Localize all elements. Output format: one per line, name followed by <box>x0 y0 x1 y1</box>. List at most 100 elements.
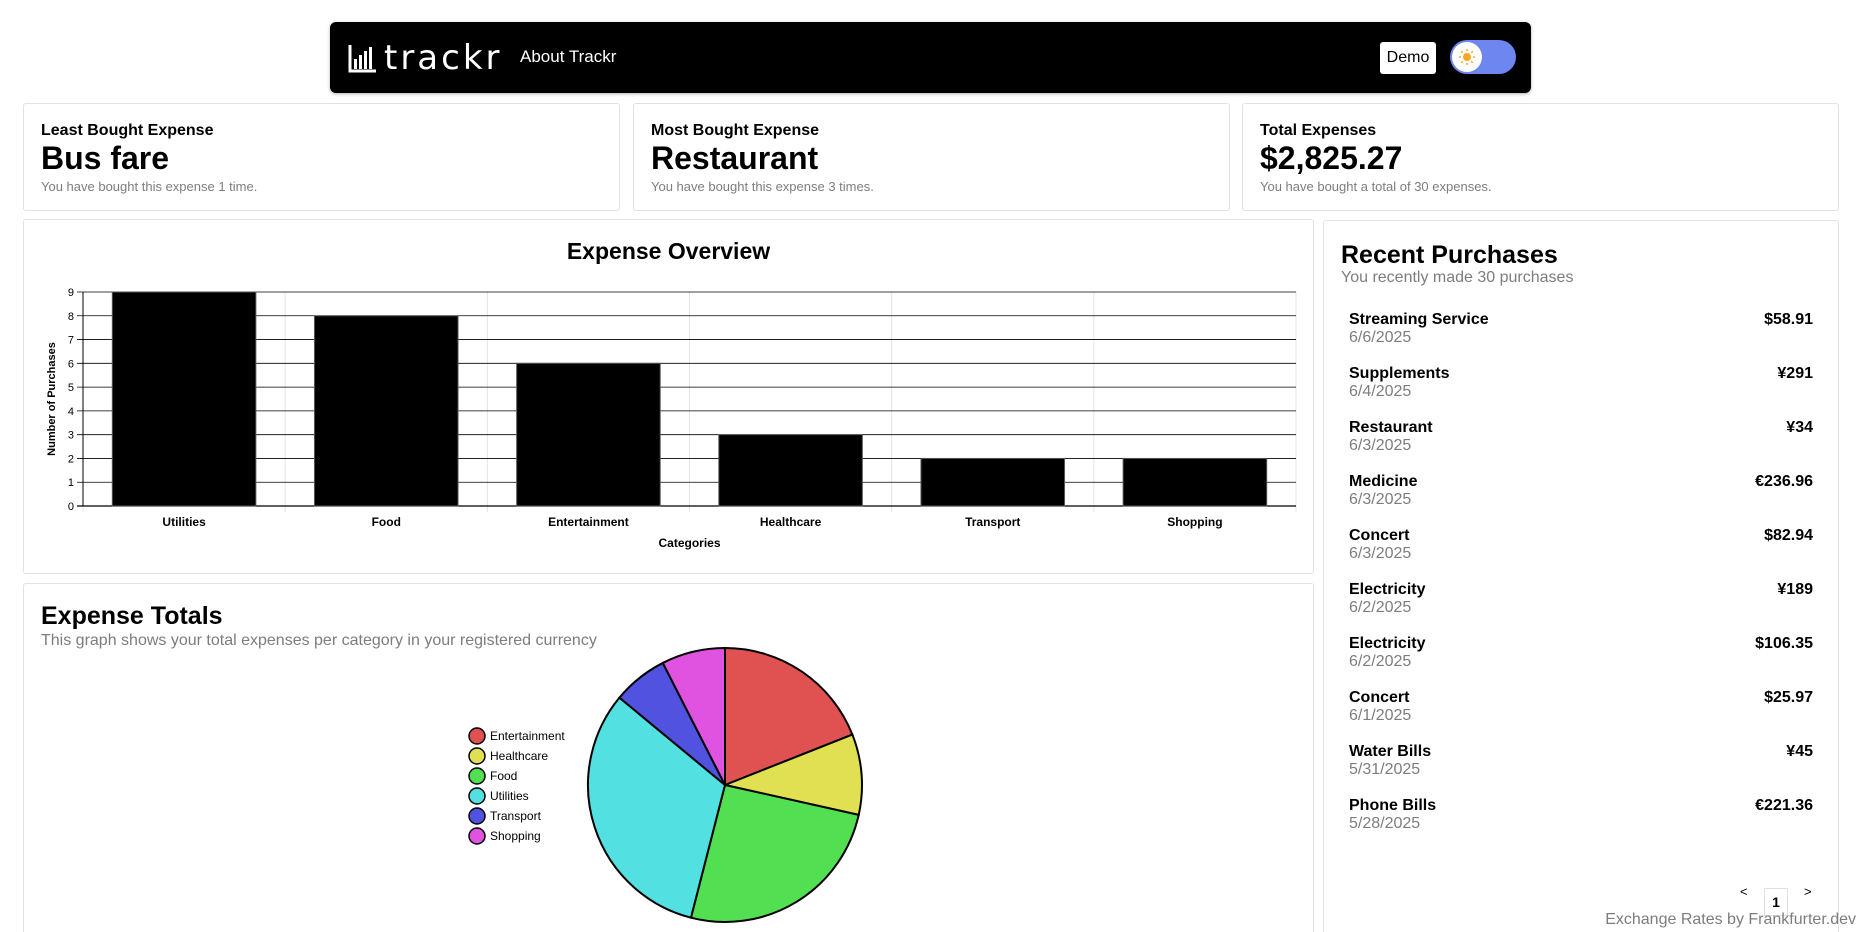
purchase-item: Electricity 6/2/2025 ¥189 <box>1349 581 1813 631</box>
purchase-amount: €221.36 <box>1755 797 1813 814</box>
purchase-amount: ¥45 <box>1786 743 1813 760</box>
purchase-amount: $25.97 <box>1764 689 1813 706</box>
purchase-date: 5/28/2025 <box>1349 815 1421 832</box>
expense-totals-card: Expense Totals This graph shows your tot… <box>23 583 1314 932</box>
stat-subtext: You have bought a total of 30 expenses. <box>1260 179 1492 194</box>
purchase-date: 6/1/2025 <box>1349 707 1412 724</box>
purchase-item: Phone Bills 5/28/2025 €221.36 <box>1349 797 1813 847</box>
least-bought-card: Least Bought Expense Bus fare You have b… <box>23 103 620 211</box>
purchase-item: Restaurant 6/3/2025 ¥34 <box>1349 419 1813 469</box>
x-tick-label: Food <box>372 515 401 529</box>
purchase-item: Medicine 6/3/2025 €236.96 <box>1349 473 1813 523</box>
x-tick-label: Transport <box>965 515 1020 529</box>
x-tick-label: Healthcare <box>760 515 822 529</box>
y-tick-label: 9 <box>68 287 74 299</box>
total-expenses-card: Total Expenses $2,825.27 You have bought… <box>1242 103 1839 211</box>
purchase-name: Electricity <box>1349 581 1426 598</box>
purchase-name: Phone Bills <box>1349 797 1437 814</box>
legend-label: Healthcare <box>490 749 548 763</box>
purchase-name: Water Bills <box>1349 743 1432 760</box>
legend-label: Food <box>490 769 517 783</box>
bar <box>516 362 661 507</box>
card-subtitle: You recently made 30 purchases <box>1341 269 1574 286</box>
expense-overview-card: Expense Overview 0 1 2 3 4 5 6 7 8 9 Utilities Food… <box>23 219 1314 574</box>
bar <box>313 315 459 507</box>
purchase-name: Concert <box>1349 689 1410 706</box>
purchase-name: Restaurant <box>1349 419 1433 436</box>
y-tick-label: 5 <box>68 382 74 394</box>
stat-label: Least Bought Expense <box>41 122 214 139</box>
stat-label: Total Expenses <box>1260 122 1377 139</box>
legend-swatch <box>468 807 486 825</box>
y-tick-label: 1 <box>68 477 74 489</box>
legend-swatch <box>468 727 486 745</box>
y-tick-label: 7 <box>68 335 74 347</box>
purchase-name: Supplements <box>1349 365 1450 382</box>
purchase-amount: $58.91 <box>1764 311 1813 328</box>
purchase-date: 6/3/2025 <box>1349 491 1412 508</box>
x-tick-label: Shopping <box>1167 515 1222 529</box>
bar <box>111 291 257 507</box>
purchase-amount: ¥189 <box>1777 581 1813 598</box>
legend-swatch <box>468 787 486 805</box>
recent-purchases-card: Recent Purchases You recently made 30 pu… <box>1323 220 1839 932</box>
purchase-amount: ¥291 <box>1777 365 1813 382</box>
purchase-item: Concert 6/3/2025 $82.94 <box>1349 527 1813 577</box>
stat-label: Most Bought Expense <box>651 122 820 139</box>
purchase-item: Supplements 6/4/2025 ¥291 <box>1349 365 1813 415</box>
purchase-date: 6/6/2025 <box>1349 329 1412 346</box>
purchase-item: Streaming Service 6/6/2025 $58.91 <box>1349 311 1813 361</box>
legend-label: Utilities <box>490 789 529 803</box>
purchase-name: Electricity <box>1349 635 1426 652</box>
pagination-next-button[interactable]: > <box>1804 884 1812 899</box>
purchase-name: Streaming Service <box>1349 311 1489 328</box>
purchase-date: 6/3/2025 <box>1349 437 1412 454</box>
expense-totals-pie-chart: Entertainment Healthcare Food Utilities Tran… <box>468 646 863 923</box>
purchase-date: 6/3/2025 <box>1349 545 1412 562</box>
purchase-date: 6/2/2025 <box>1349 653 1412 670</box>
purchase-name: Medicine <box>1349 473 1418 490</box>
bar <box>1122 457 1268 507</box>
demo-button[interactable]: Demo <box>1380 42 1436 74</box>
y-tick-label: 0 <box>68 501 74 513</box>
theme-toggle[interactable] <box>1450 40 1516 74</box>
purchase-amount: $106.35 <box>1755 635 1813 652</box>
purchase-item: Electricity 6/2/2025 $106.35 <box>1349 635 1813 685</box>
logo[interactable]: trackr <box>348 38 503 78</box>
logo-text: trackr <box>384 38 503 78</box>
purchase-name: Concert <box>1349 527 1410 544</box>
stat-subtext: You have bought this expense 3 times. <box>651 179 874 194</box>
stat-value: $2,825.27 <box>1260 140 1403 176</box>
y-tick-label: 6 <box>68 358 74 370</box>
legend-swatch <box>468 767 486 785</box>
chart-logo-icon <box>348 45 376 73</box>
legend-label: Entertainment <box>490 729 565 743</box>
y-axis-label: Number of Purchases <box>46 342 58 456</box>
stat-value: Bus fare <box>41 140 170 176</box>
purchase-date: 5/31/2025 <box>1349 761 1421 778</box>
x-tick-label: Entertainment <box>548 515 629 529</box>
about-trackr-link[interactable]: About Trackr <box>520 47 616 67</box>
purchase-amount: ¥34 <box>1786 419 1813 436</box>
exchange-rate-credit: Exchange Rates by Frankfurter.dev <box>1605 911 1856 928</box>
purchase-date: 6/4/2025 <box>1349 383 1412 400</box>
stat-value: Restaurant <box>651 140 819 176</box>
expense-overview-bar-chart: 0 1 2 3 4 5 6 7 8 9 Utilities Food Entertainment Heal… <box>46 287 1297 550</box>
x-axis-label: Categories <box>658 536 720 550</box>
pagination-prev-button[interactable]: < <box>1740 884 1748 899</box>
y-tick-label: 3 <box>68 430 74 442</box>
legend-swatch <box>468 747 486 765</box>
purchase-date: 6/2/2025 <box>1349 599 1412 616</box>
purchase-amount: €236.96 <box>1755 473 1813 490</box>
navbar: trackr About Trackr Demo <box>330 22 1531 93</box>
purchase-amount: $82.94 <box>1764 527 1813 544</box>
purchase-item: Concert 6/1/2025 $25.97 <box>1349 689 1813 739</box>
y-tick-label: 2 <box>68 453 74 465</box>
sun-icon <box>1452 42 1482 72</box>
most-bought-card: Most Bought Expense Restaurant You have … <box>633 103 1230 211</box>
bar <box>920 457 1066 507</box>
purchase-item: Water Bills 5/31/2025 ¥45 <box>1349 743 1813 793</box>
x-tick-label: Utilities <box>162 515 206 529</box>
card-title: Recent Purchases <box>1341 241 1558 269</box>
y-tick-label: 8 <box>68 311 74 323</box>
